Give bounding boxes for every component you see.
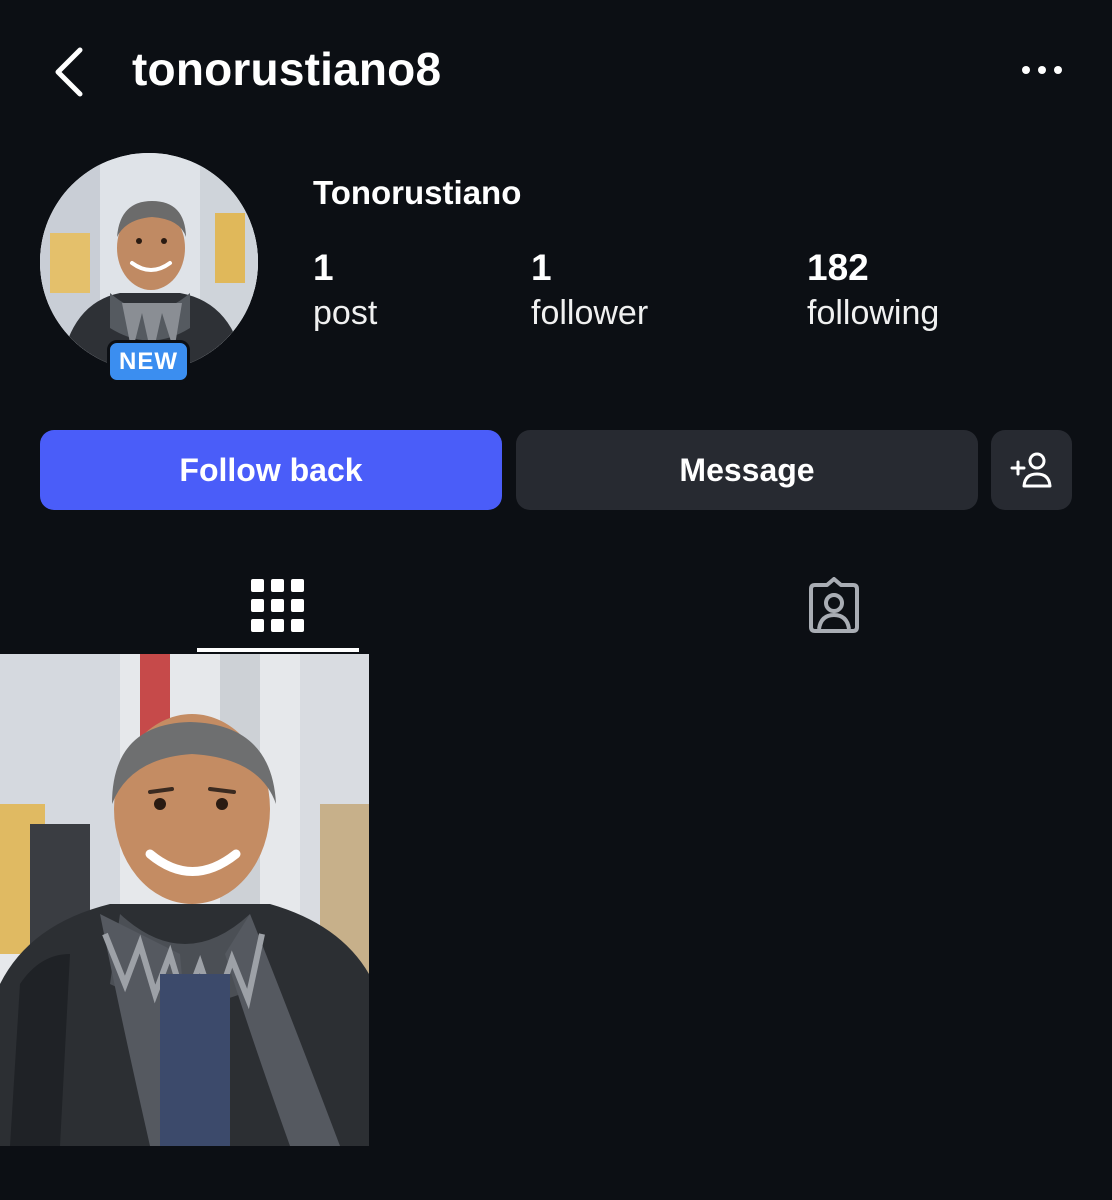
tab-tagged[interactable] — [753, 560, 915, 652]
stat-posts-count: 1 — [313, 247, 334, 288]
post-photo — [0, 654, 369, 1146]
post-thumbnail[interactable] — [0, 654, 369, 1146]
back-button[interactable] — [44, 40, 100, 104]
stat-following-label: following — [807, 294, 940, 332]
follow-back-button[interactable]: Follow back — [40, 430, 502, 510]
suggested-accounts-button[interactable] — [991, 430, 1072, 510]
profile-username: tonorustiano8 — [132, 43, 442, 95]
active-tab-indicator — [197, 648, 359, 652]
profile-display-name: Tonorustiano — [313, 174, 522, 211]
stat-followers[interactable]: 1 follower — [531, 246, 648, 336]
more-horizontal-icon — [1022, 66, 1062, 74]
stat-following-count: 182 — [807, 247, 869, 288]
stat-followers-label: follower — [531, 294, 649, 332]
more-options-button[interactable] — [1012, 52, 1072, 88]
tab-posts-grid[interactable] — [197, 560, 359, 652]
stat-following[interactable]: 182 following — [807, 246, 939, 336]
stat-followers-count: 1 — [531, 247, 552, 288]
chevron-left-icon — [55, 47, 83, 97]
message-button[interactable]: Message — [516, 430, 978, 510]
tagged-person-icon — [809, 577, 859, 633]
new-badge: NEW — [107, 340, 190, 383]
grid-icon — [251, 579, 304, 632]
stat-posts-label: post — [313, 294, 378, 332]
avatar-photo — [40, 153, 258, 371]
stat-posts[interactable]: 1 post — [313, 246, 377, 336]
profile-avatar[interactable] — [40, 153, 258, 371]
add-person-icon — [1010, 452, 1051, 488]
profile-screen: tonorustiano8 NEW Tonorustiano 1 post 1 … — [0, 0, 1112, 1200]
